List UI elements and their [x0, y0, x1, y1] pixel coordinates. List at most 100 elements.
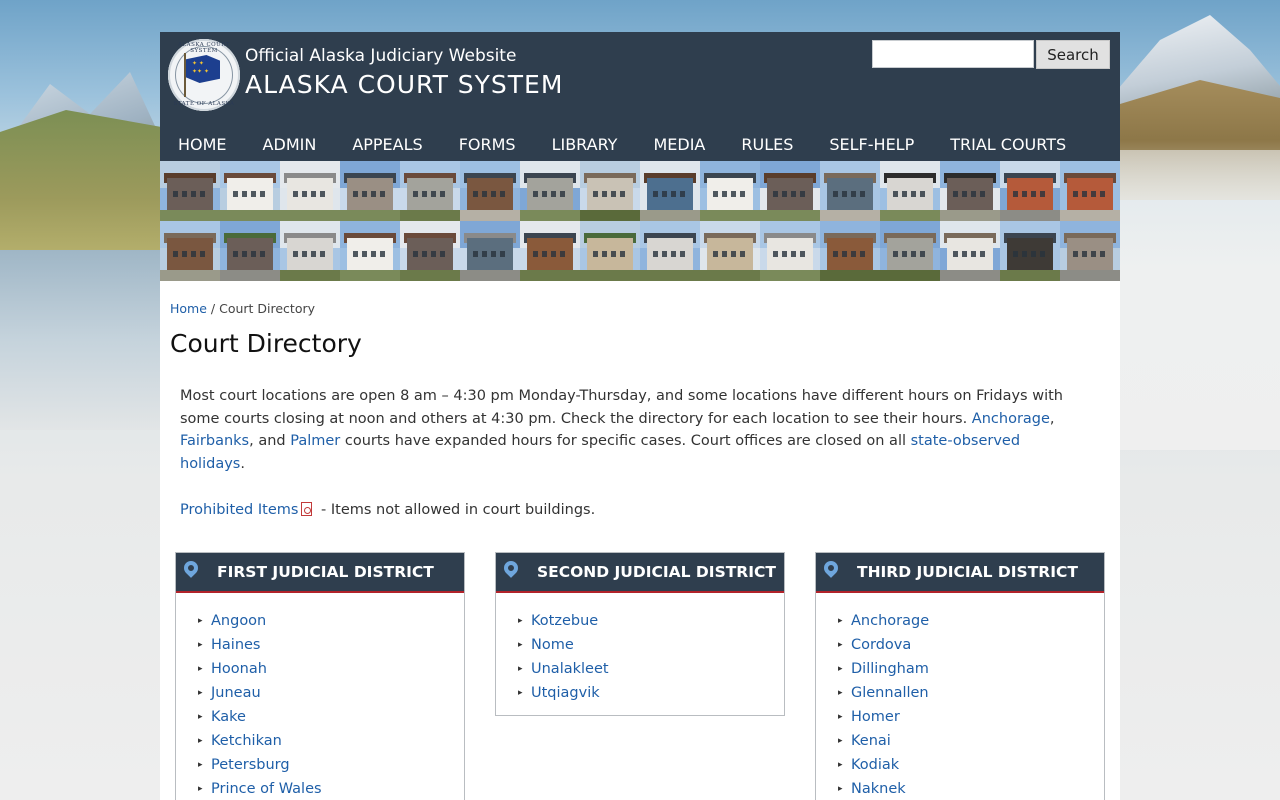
list-item: Dillingham [838, 657, 1104, 681]
nav-item-self-help[interactable]: SELF-HELP [811, 128, 932, 161]
list-item: Haines [198, 633, 464, 657]
nav-item-trial-courts[interactable]: TRIAL COURTS [932, 128, 1084, 161]
photo-windows [1013, 251, 1047, 257]
list-item: Prince of Wales [198, 777, 464, 800]
nav-item-admin[interactable]: ADMIN [245, 128, 335, 161]
second-district-panel: SECOND JUDICIAL DISTRICT Kotzebue Nome U… [495, 552, 785, 716]
court-link-angoon[interactable]: Angoon [211, 613, 266, 629]
breadcrumb-separator: / [206, 301, 220, 316]
list-item: Juneau [198, 681, 464, 705]
photo-windows [953, 251, 987, 257]
court-link-dillingham[interactable]: Dillingham [851, 661, 929, 677]
breadcrumb-current: Court Directory [219, 301, 316, 316]
district-title: THIRD JUDICIAL DISTRICT [857, 563, 1078, 581]
photo-ground [1000, 270, 1060, 281]
photo-windows [173, 251, 207, 257]
photo-windows [953, 191, 987, 197]
courthouse-photo-tile [280, 221, 340, 281]
court-link-cordova[interactable]: Cordova [851, 637, 911, 653]
photo-ground [340, 270, 400, 281]
intro-sep-2: , and [249, 433, 291, 449]
search-button[interactable]: Search [1036, 40, 1110, 69]
nav-item-home[interactable]: HOME [160, 128, 245, 161]
list-item: Ketchikan [198, 729, 464, 753]
court-link-haines[interactable]: Haines [211, 637, 260, 653]
court-link-ketchikan[interactable]: Ketchikan [211, 733, 282, 749]
prohibited-items-text: - Items not allowed in court buildings. [316, 502, 596, 518]
court-link-kake[interactable]: Kake [211, 709, 246, 725]
court-link-juneau[interactable]: Juneau [211, 685, 261, 701]
photo-ground [340, 210, 400, 221]
courthouse-photo-tile [1060, 221, 1120, 281]
courthouse-photo-tile [1060, 161, 1120, 221]
courthouse-photo-tile [340, 221, 400, 281]
court-link-petersburg[interactable]: Petersburg [211, 757, 290, 773]
nav-item-library[interactable]: LIBRARY [534, 128, 636, 161]
photo-windows [593, 251, 627, 257]
list-item: Kake [198, 705, 464, 729]
intro-text-2: courts have expanded hours for specific … [340, 433, 911, 449]
nav-item-rules[interactable]: RULES [723, 128, 811, 161]
list-item: Unalakleet [518, 657, 784, 681]
site-subtitle[interactable]: Official Alaska Judiciary Website [245, 46, 516, 66]
courthouse-photo-tile [220, 221, 280, 281]
map-pin-icon [821, 558, 841, 578]
court-link-nome[interactable]: Nome [531, 637, 574, 653]
court-link-anchorage[interactable]: Anchorage [851, 613, 929, 629]
court-link-kodiak[interactable]: Kodiak [851, 757, 899, 773]
palmer-link[interactable]: Palmer [290, 433, 340, 449]
intro-text-1: Most court locations are open 8 am – 4:3… [180, 388, 1063, 427]
nav-item-forms[interactable]: FORMS [441, 128, 534, 161]
photo-ground [940, 270, 1000, 281]
district-title: FIRST JUDICIAL DISTRICT [217, 563, 434, 581]
court-link-kenai[interactable]: Kenai [851, 733, 891, 749]
court-link-unalakleet[interactable]: Unalakleet [531, 661, 609, 677]
map-pin-icon [181, 558, 201, 578]
courthouse-photo-tile [340, 161, 400, 221]
court-link-naknek[interactable]: Naknek [851, 781, 906, 797]
court-link-glennallen[interactable]: Glennallen [851, 685, 929, 701]
page-title: Court Directory [170, 329, 362, 358]
courthouse-photo-tile [400, 221, 460, 281]
photo-windows [533, 251, 567, 257]
courthouse-photo-tile [520, 161, 580, 221]
alaska-flag-icon [186, 55, 220, 83]
court-list: Angoon Haines Hoonah Juneau Kake Ketchik… [176, 593, 464, 800]
search-input[interactable] [872, 40, 1034, 68]
photo-ground [160, 210, 220, 221]
list-item: Hoonah [198, 657, 464, 681]
fairbanks-link[interactable]: Fairbanks [180, 433, 249, 449]
site-header: ALASKA COURT SYSTEM STATE OF ALASKA Offi… [160, 32, 1120, 128]
photo-ground [520, 270, 580, 281]
photo-windows [1073, 191, 1107, 197]
prohibited-items-link[interactable]: Prohibited Items [180, 502, 298, 518]
courthouse-photo-banner [160, 161, 1120, 281]
list-item: Utqiagvik [518, 681, 784, 705]
list-item: Kotzebue [518, 609, 784, 633]
photo-ground [760, 270, 820, 281]
photo-windows [353, 251, 387, 257]
site-title[interactable]: ALASKA COURT SYSTEM [245, 70, 563, 99]
photo-ground [520, 210, 580, 221]
anchorage-link[interactable]: Anchorage [972, 411, 1050, 427]
courthouse-photo-tile [940, 161, 1000, 221]
photo-windows [293, 251, 327, 257]
court-link-kotzebue[interactable]: Kotzebue [531, 613, 598, 629]
photo-ground [1060, 210, 1120, 221]
courthouse-photo-tile [820, 161, 880, 221]
courthouse-photo-tile [820, 221, 880, 281]
district-header: THIRD JUDICIAL DISTRICT [816, 553, 1104, 593]
background-fog-right [1120, 150, 1280, 450]
court-link-prince-of-wales[interactable]: Prince of Wales [211, 781, 322, 797]
photo-ground [700, 270, 760, 281]
nav-item-media[interactable]: MEDIA [635, 128, 723, 161]
courthouse-photo-tile [220, 161, 280, 221]
court-link-hoonah[interactable]: Hoonah [211, 661, 267, 677]
nav-item-appeals[interactable]: APPEALS [334, 128, 440, 161]
court-seal-logo[interactable]: ALASKA COURT SYSTEM STATE OF ALASKA [168, 39, 240, 111]
court-link-homer[interactable]: Homer [851, 709, 900, 725]
photo-windows [173, 191, 207, 197]
court-link-utqiagvik[interactable]: Utqiagvik [531, 685, 600, 701]
breadcrumb-home-link[interactable]: Home [170, 301, 207, 316]
courthouse-photo-tile [1000, 161, 1060, 221]
